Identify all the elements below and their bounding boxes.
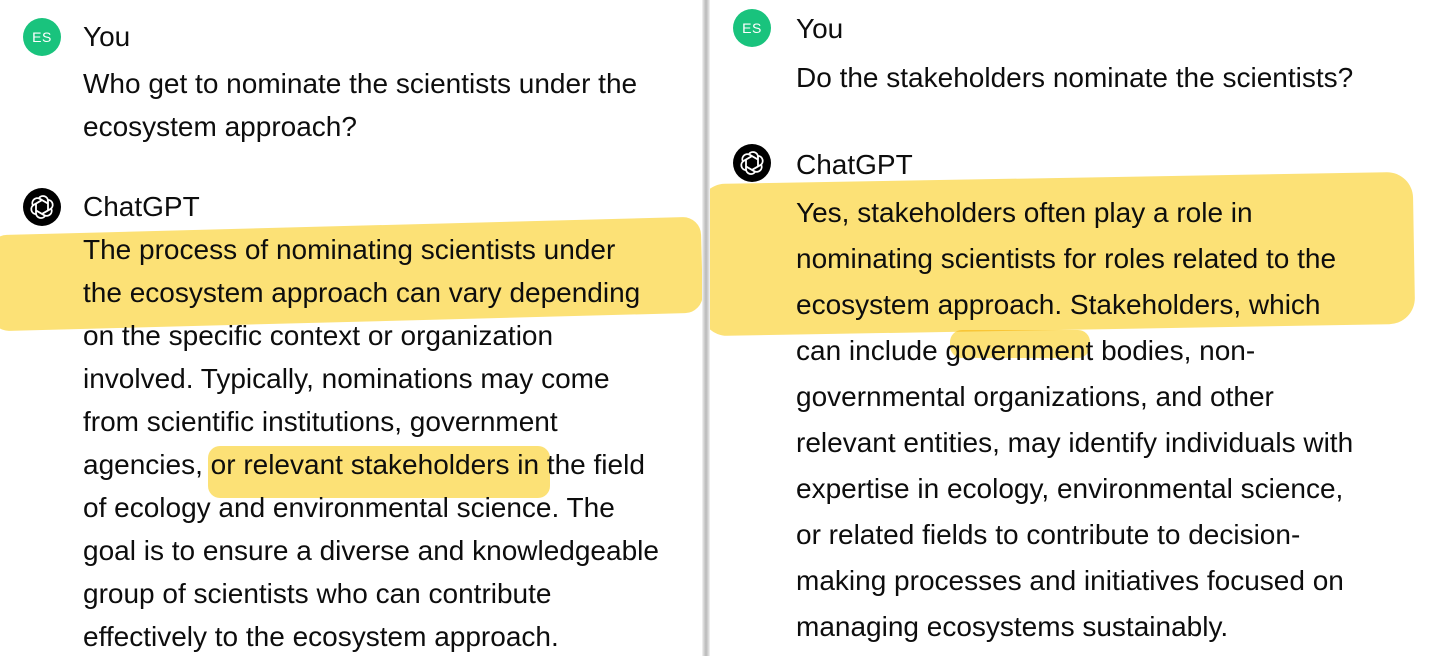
assistant-name: ChatGPT <box>83 191 200 222</box>
assistant-name: ChatGPT <box>796 149 913 180</box>
user-name: You <box>83 21 131 52</box>
user-avatar-initials: ES <box>32 29 52 45</box>
message-line: can include government bodies, non- <box>796 335 1256 366</box>
user-avatar: ES <box>23 18 61 56</box>
assistant-message: Yes, stakeholders often play a role in n… <box>796 190 1353 650</box>
message-line: managing ecosystems sustainably. <box>796 611 1229 642</box>
message-line: The process of nominating scientists und… <box>83 234 616 265</box>
user-name: You <box>796 13 844 44</box>
left-chat-panel: ES You Who get to nominate the scientist… <box>0 0 702 656</box>
message-line: governmental organizations, and other <box>796 381 1274 412</box>
message-line: the ecosystem approach can vary dependin… <box>83 277 641 308</box>
panel-divider <box>702 0 710 656</box>
message-line: relevant entities, may identify individu… <box>796 427 1354 458</box>
openai-logo-icon <box>30 195 54 219</box>
message-line: or related fields to contribute to decis… <box>796 519 1301 550</box>
message-line: making processes and initiatives focused… <box>796 565 1344 596</box>
message-line: on the specific context or organization <box>83 320 554 351</box>
message-line: Do the stakeholders nominate the scienti… <box>796 62 1354 93</box>
chatgpt-avatar <box>733 144 771 182</box>
message-line: agencies, or relevant stakeholders in th… <box>83 449 645 480</box>
right-chat-panel: ES You Do the stakeholders nominate the … <box>710 0 1456 656</box>
message-line: Yes, stakeholders often play a role in <box>796 197 1253 228</box>
message-line: Who get to nominate the scientists under… <box>83 68 638 99</box>
user-avatar: ES <box>733 9 771 47</box>
message-line: effectively to the ecosystem approach. <box>83 621 559 652</box>
message-line: of ecology and environmental science. Th… <box>83 492 615 523</box>
message-line: from scientific institutions, government <box>83 406 558 437</box>
message-line: involved. Typically, nominations may com… <box>83 363 610 394</box>
message-line: ecosystem approach? <box>83 111 357 142</box>
message-line: expertise in ecology, environmental scie… <box>796 473 1344 504</box>
message-line: group of scientists who can contribute <box>83 578 552 609</box>
message-line: goal is to ensure a diverse and knowledg… <box>83 535 659 566</box>
user-message: Do the stakeholders nominate the scienti… <box>796 56 1353 99</box>
user-message: Who get to nominate the scientists under… <box>83 62 637 148</box>
message-line: ecosystem approach. Stakeholders, which <box>796 289 1321 320</box>
assistant-message: The process of nominating scientists und… <box>83 228 659 656</box>
user-avatar-initials: ES <box>742 20 762 36</box>
message-line: nominating scientists for roles related … <box>796 243 1337 274</box>
chatgpt-avatar <box>23 188 61 226</box>
openai-logo-icon <box>740 151 764 175</box>
